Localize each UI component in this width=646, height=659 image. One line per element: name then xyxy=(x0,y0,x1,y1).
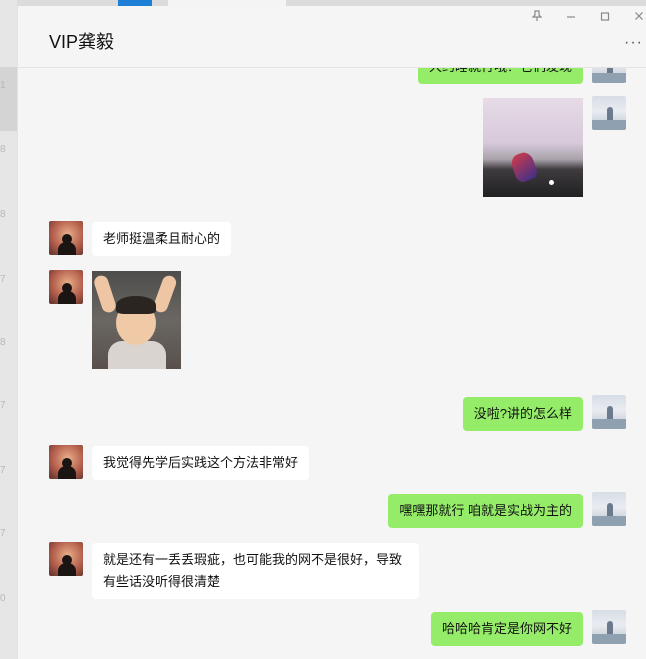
chat-list-strip[interactable]: 1 8 8 7 8 7 7 7 0 xyxy=(0,0,17,659)
message-bubble-self[interactable]: 大约睡就行哦？它们发现 xyxy=(417,68,583,84)
list-item-fragment: 7 xyxy=(0,274,6,285)
self-avatar[interactable] xyxy=(592,492,626,526)
message-bubble-self[interactable]: 哈哈哈肯定是你网不好 xyxy=(430,612,583,646)
contact-avatar[interactable] xyxy=(49,542,83,576)
self-avatar[interactable] xyxy=(592,68,626,83)
message-image-other[interactable] xyxy=(92,271,181,369)
selected-chat-item[interactable] xyxy=(0,67,17,131)
message-bubble-other[interactable]: 我觉得先学后实践这个方法非常好 xyxy=(92,446,310,480)
minimize-icon[interactable] xyxy=(561,10,581,25)
pin-icon[interactable] xyxy=(527,10,547,25)
close-icon[interactable] xyxy=(629,10,646,25)
contact-avatar[interactable] xyxy=(49,445,83,479)
list-item-fragment: 0 xyxy=(0,593,6,604)
message-image-self[interactable] xyxy=(483,98,583,197)
chat-window: VIP龚毅 ··· 大约睡就行哦？它们发现 老师挺温柔且耐心的 没啦?讲的怎么样… xyxy=(17,6,646,659)
list-item-fragment: 8 xyxy=(0,209,6,220)
chat-header: VIP龚毅 ··· xyxy=(18,6,646,68)
message-bubble-other[interactable]: 老师挺温柔且耐心的 xyxy=(92,222,232,256)
more-options-icon[interactable]: ··· xyxy=(624,34,643,52)
contact-avatar[interactable] xyxy=(49,221,83,255)
self-avatar[interactable] xyxy=(592,610,626,644)
message-bubble-self[interactable]: 嘿嘿那就行 咱就是实战为主的 xyxy=(388,494,583,528)
contact-avatar[interactable] xyxy=(49,270,83,304)
chat-title: VIP龚毅 xyxy=(49,32,115,52)
maximize-icon[interactable] xyxy=(595,10,615,25)
list-item-fragment: 8 xyxy=(0,144,6,155)
list-item-fragment: 7 xyxy=(0,400,6,411)
list-item-fragment: 1 xyxy=(0,80,6,91)
self-avatar[interactable] xyxy=(592,96,626,130)
message-bubble-self[interactable]: 没啦?讲的怎么样 xyxy=(462,397,583,431)
message-row-clipped: 大约睡就行哦？它们发现 xyxy=(18,68,646,84)
list-item-fragment: 7 xyxy=(0,465,6,476)
list-item-fragment: 8 xyxy=(0,337,6,348)
self-avatar[interactable] xyxy=(592,395,626,429)
message-bubble-other[interactable]: 就是还有一丢丢瑕疵，也可能我的网不是很好，导致有些话没听得很清楚 xyxy=(92,543,419,599)
list-item-fragment: 7 xyxy=(0,528,6,539)
